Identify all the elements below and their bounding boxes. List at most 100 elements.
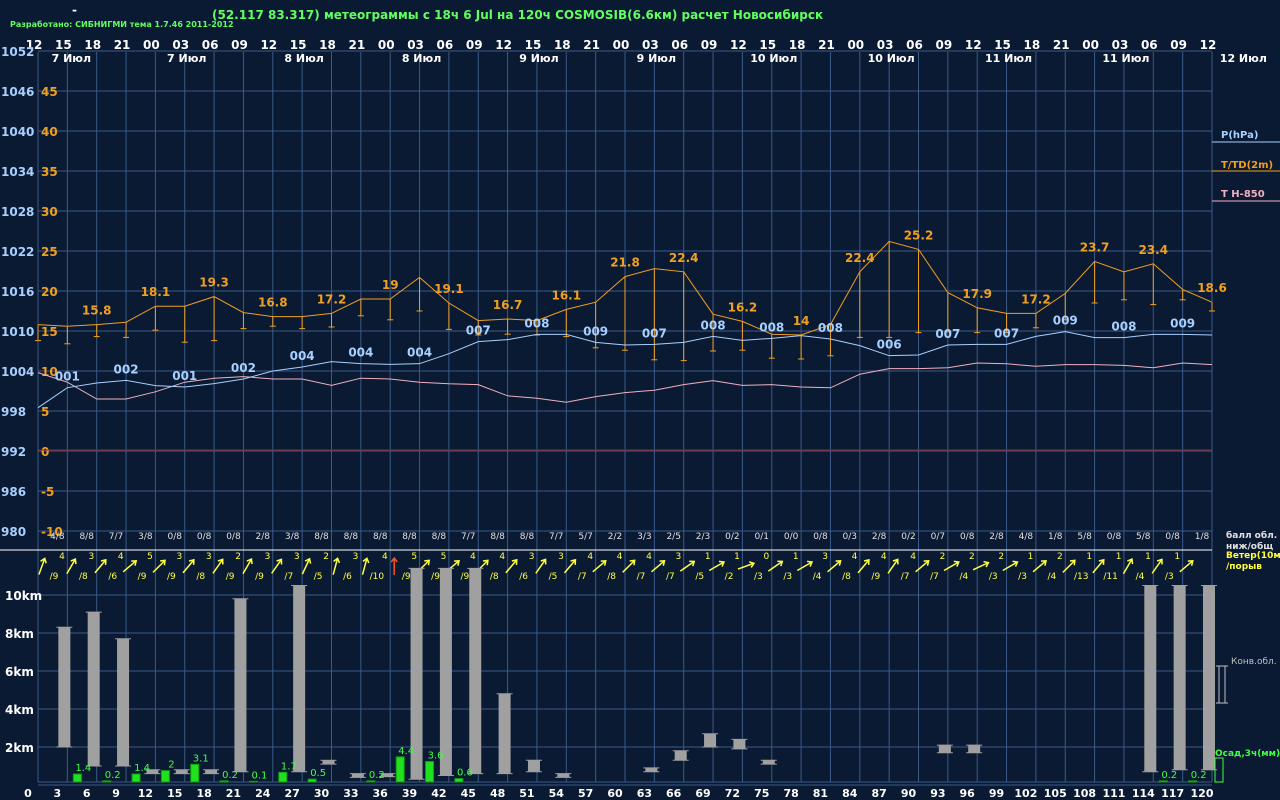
precip-bar [131, 773, 141, 783]
convective-cloud-bar [557, 773, 570, 778]
wind-gust: /8 [842, 572, 851, 582]
pressure-value-label: 008 [1111, 320, 1136, 334]
convective-cloud-bar [968, 745, 981, 753]
height-tick-label: 6km [5, 665, 34, 679]
wind-speed: 3 [265, 552, 271, 562]
temperature-value-label: 22.4 [669, 251, 699, 265]
wind-gust: /6 [519, 572, 528, 582]
hour-tick-label: 18 [1024, 38, 1041, 52]
precip-value-label: 1.7 [281, 761, 297, 772]
wind-gust: /3 [1165, 572, 1174, 582]
cloud-fraction-value: 8/8 [520, 532, 535, 542]
hour-tick-label: 15 [55, 38, 72, 52]
date-label: 7 Июл [52, 52, 91, 65]
cloud-fraction-value: 0/8 [1165, 532, 1180, 542]
wind-gust: /4 [1048, 572, 1057, 582]
pressure-tick-label: 998 [1, 405, 26, 419]
temperature-value-label: 17.9 [962, 287, 992, 301]
convective-cloud-bar [1173, 585, 1186, 770]
cloud-fraction-value: 0/8 [168, 532, 183, 542]
pressure-tick-label: 1034 [1, 165, 34, 179]
forecast-hour-label: 39 [402, 787, 417, 800]
forecast-hour-label: 45 [461, 787, 476, 800]
cloud-fraction-value: 8/8 [373, 532, 388, 542]
forecast-hour-label: 24 [255, 787, 271, 800]
developer-credit: Разработано: СИБНИГМИ тема 1.7.46 2011-2… [10, 19, 234, 29]
wind-speed: 4 [59, 552, 65, 562]
temperature-value-label: 16.8 [258, 296, 288, 310]
wind-speed: 3 [529, 552, 535, 562]
convective-cloud-bar [1203, 585, 1215, 770]
cloud-fraction-value: 4/8 [50, 532, 65, 542]
precip-value-label: 0.2 [222, 770, 238, 781]
precip-value-label: 0.2 [369, 770, 385, 781]
pressure-value-label: 001 [172, 369, 197, 383]
precip-bar [425, 760, 435, 783]
hour-tick-label: 09 [466, 38, 483, 52]
forecast-hour-label: 42 [431, 787, 446, 800]
precip-value-label: 3.6 [428, 750, 444, 761]
pressure-value-label: 009 [1170, 316, 1195, 330]
wind-gust: /9 [402, 572, 411, 582]
wind-gust: /7 [578, 572, 587, 582]
wind-speed: 3 [294, 552, 300, 562]
precip-bar [307, 778, 317, 783]
header-dash: - [72, 3, 77, 17]
hour-tick-label: 15 [759, 38, 776, 52]
hour-tick-label: 06 [437, 38, 454, 52]
temperature-value-label: 21.8 [610, 256, 640, 270]
hour-tick-label: 09 [701, 38, 718, 52]
pressure-tick-label: 1010 [1, 325, 34, 339]
precip-bar [190, 763, 200, 783]
wind-speed: 4 [470, 552, 476, 562]
temperature-tick-label: 25 [41, 245, 58, 259]
pressure-value-label: 004 [348, 346, 373, 360]
forecast-hour-label: 54 [549, 787, 565, 800]
date-label: 12 Июл [1220, 52, 1267, 65]
hour-tick-label: 00 [143, 38, 160, 52]
hour-tick-label: 00 [378, 38, 395, 52]
cloud-fraction-value: 4/8 [1019, 532, 1034, 542]
hour-tick-label: 03 [877, 38, 894, 52]
forecast-hour-label: 96 [960, 787, 976, 800]
cloud-fraction-value: 0/8 [813, 532, 828, 542]
wind-gust: /9 [50, 572, 59, 582]
temperature-value-label: 22.4 [845, 251, 875, 265]
forecast-hour-label: 6 [83, 787, 91, 800]
temperature-tick-label: 0 [41, 445, 49, 459]
temperature-value-label: 14 [793, 314, 810, 328]
cloud-fraction-value: 3/8 [285, 532, 300, 542]
wind-speed: 3 [822, 552, 828, 562]
temperature-tick-label: 45 [41, 85, 58, 99]
wind-gust: /8 [607, 572, 616, 582]
wind-gust: /7 [637, 572, 646, 582]
wind-speed: 1 [793, 552, 799, 562]
temperature-value-label: 17.2 [317, 292, 347, 306]
wind-speed: 4 [499, 552, 505, 562]
forecast-hour-label: 60 [607, 787, 623, 800]
wind-gust: /4 [1136, 572, 1145, 582]
forecast-hour-label: 9 [112, 787, 120, 800]
convective-cloud-bar [293, 585, 306, 772]
forecast-hour-label: 120 [1191, 787, 1214, 800]
hour-tick-label: 06 [906, 38, 923, 52]
wind-speed: 2 [323, 552, 329, 562]
hour-tick-label: 21 [1053, 38, 1070, 52]
precip-bar [1158, 780, 1168, 783]
temperature-tick-label: 35 [41, 165, 58, 179]
forecast-hour-label: 15 [167, 787, 182, 800]
legend-t850: T H-850 [1221, 189, 1265, 200]
wind-gust: /9 [167, 572, 176, 582]
forecast-hour-label: 3 [54, 787, 62, 800]
wind-gust: /9 [431, 572, 440, 582]
legend-pressure: P(hPa) [1221, 130, 1258, 141]
cloud-fraction-value: 2/3 [696, 532, 710, 542]
pressure-value-label: 009 [1053, 314, 1078, 328]
wind-gust: /7 [284, 572, 293, 582]
height-tick-label: 8km [5, 627, 34, 641]
forecast-hour-label: 117 [1161, 787, 1184, 800]
pressure-value-label: 006 [877, 338, 902, 352]
forecast-hour-label: 93 [930, 787, 945, 800]
height-tick-label: 10km [5, 589, 42, 603]
temperature-value-label: 17.2 [1021, 292, 1051, 306]
